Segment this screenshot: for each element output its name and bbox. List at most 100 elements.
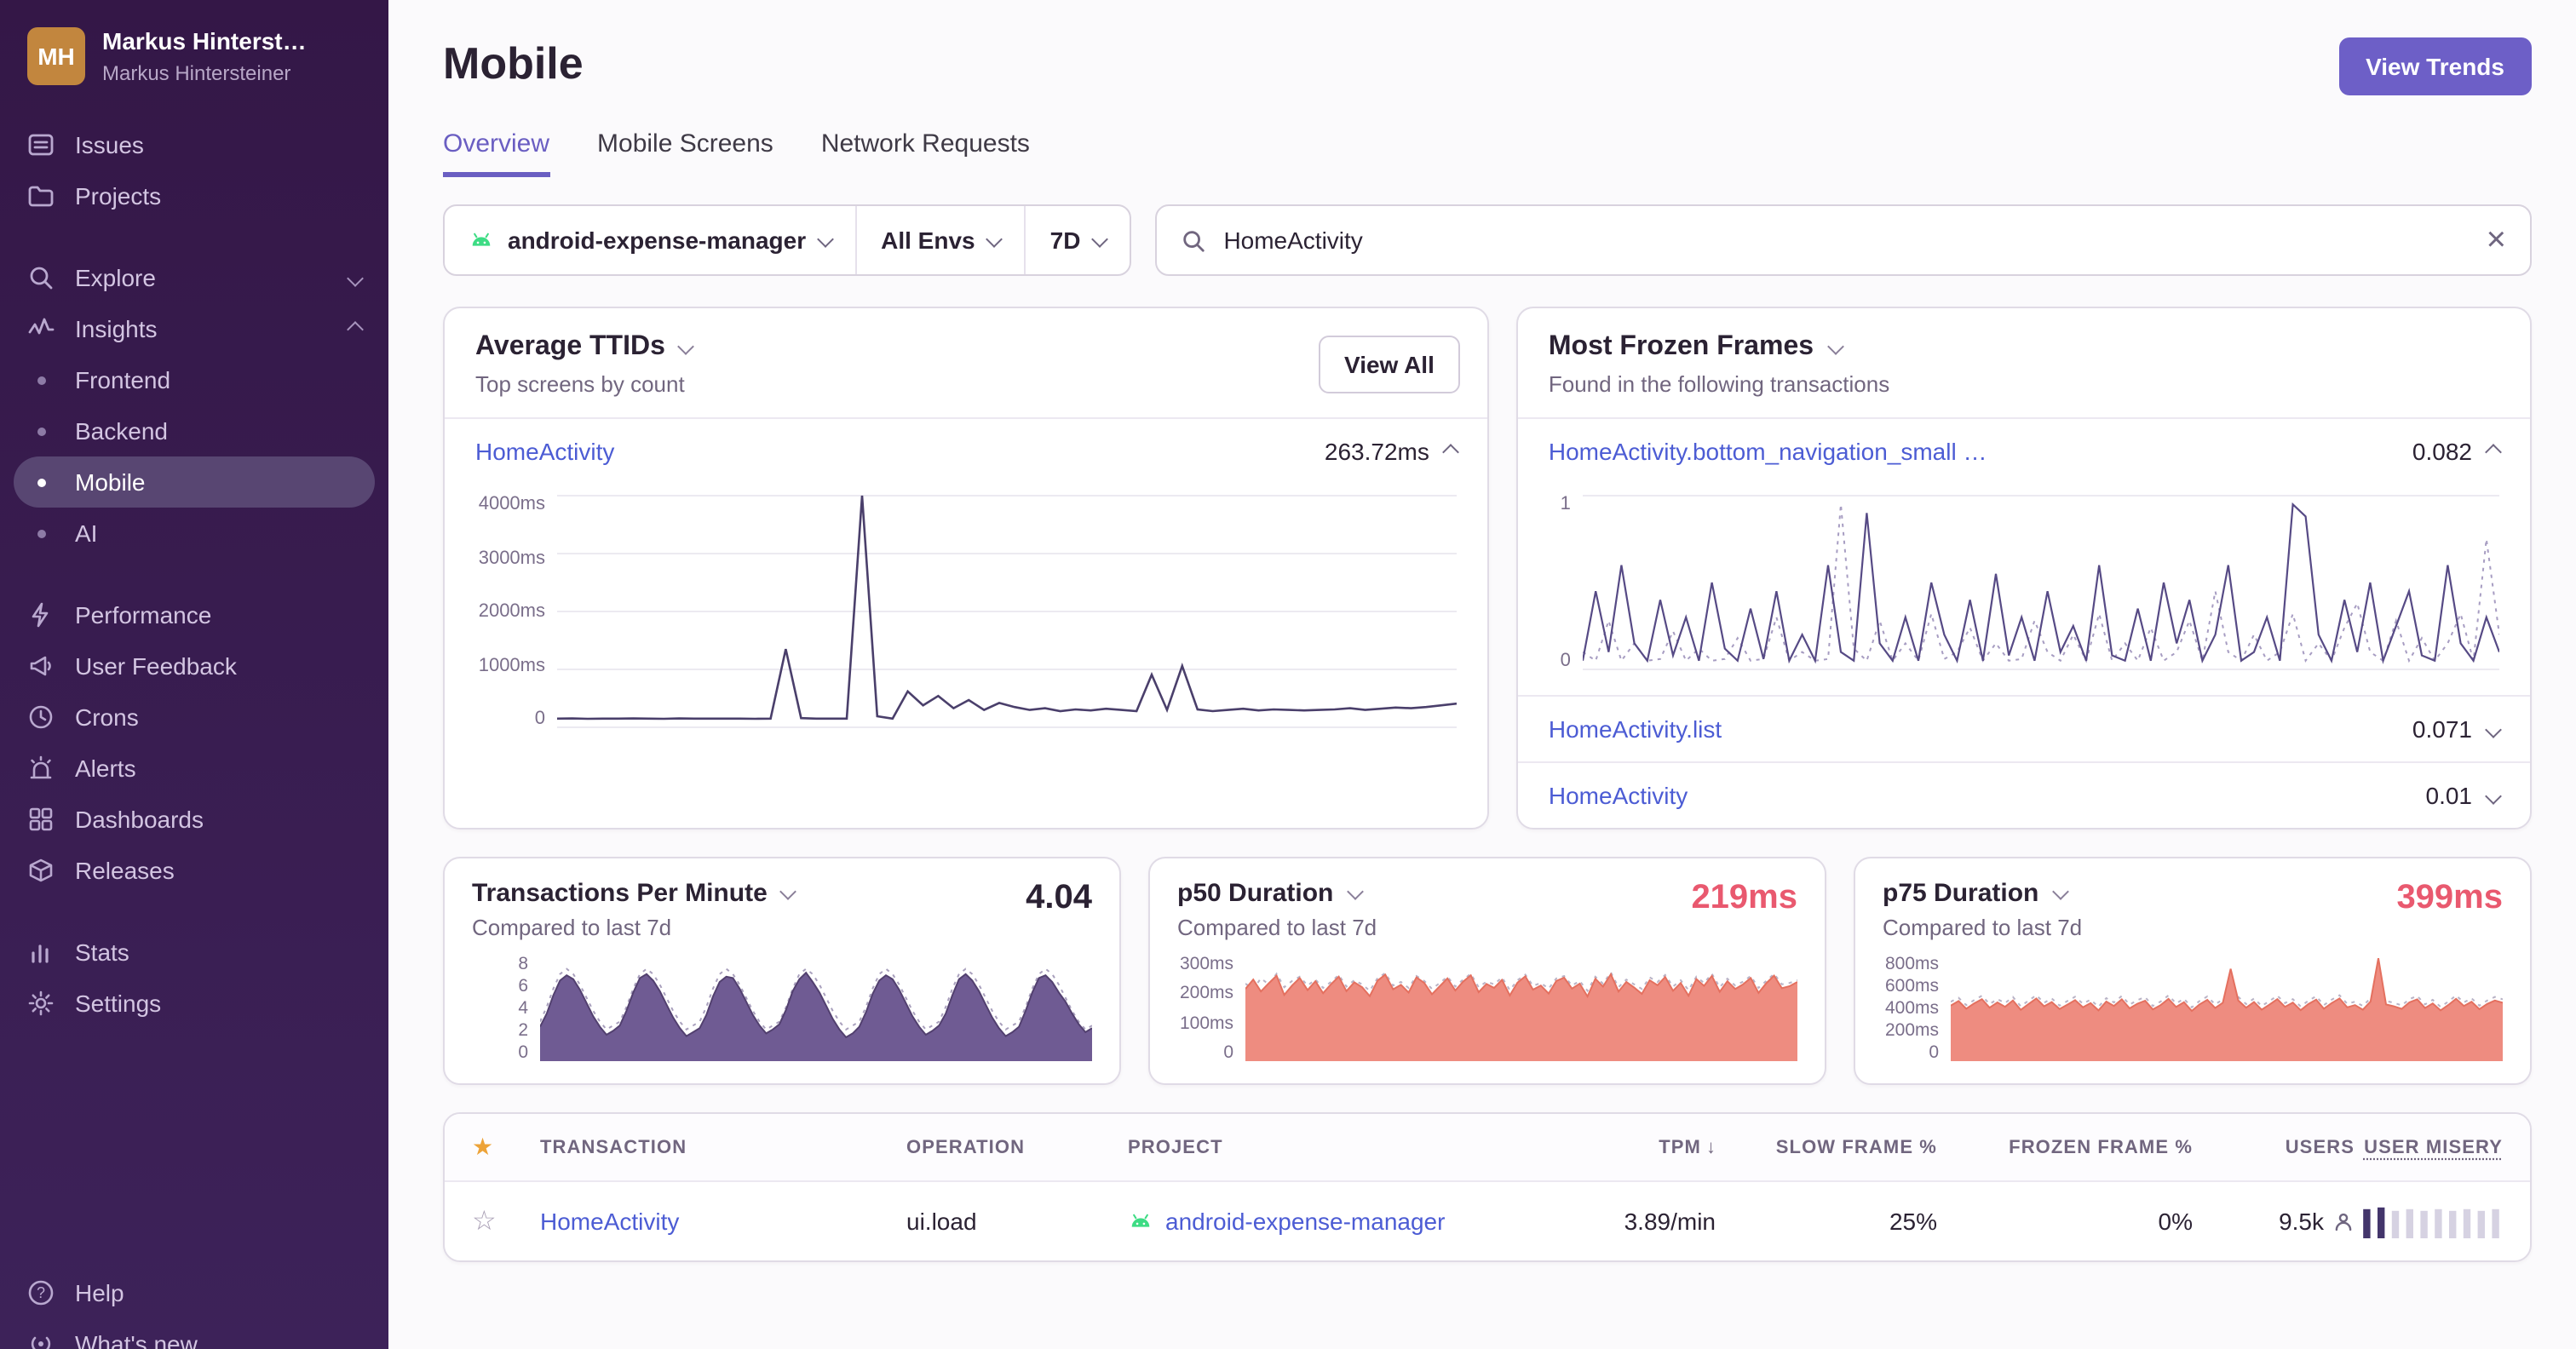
chevron-down-icon <box>1091 230 1109 247</box>
sidebar-item-insights[interactable]: Insights <box>0 303 388 354</box>
sidebar-item-projects[interactable]: Projects <box>0 170 388 221</box>
sidebar-item-crons[interactable]: Crons <box>0 692 388 743</box>
sidebar-item-mobile[interactable]: Mobile <box>14 456 375 508</box>
org-switcher[interactable]: MH Markus Hinterst… Markus Hintersteiner <box>0 0 388 95</box>
transaction-link[interactable]: HomeActivity <box>540 1208 906 1235</box>
sidebar-footer: ? Help What's new <box>0 1267 388 1349</box>
sidebar-item-explore[interactable]: Explore <box>0 252 388 303</box>
chevron-up-icon[interactable] <box>1441 443 1459 460</box>
lightning-icon <box>27 600 56 629</box>
search-bar[interactable]: × <box>1155 204 2532 276</box>
col-transaction[interactable]: TRANSACTION <box>540 1137 906 1157</box>
col-tpm[interactable]: TPM ↓ <box>1528 1137 1716 1157</box>
sidebar-item-whats-new[interactable]: What's new <box>0 1318 388 1349</box>
chevron-down-icon[interactable] <box>779 883 797 900</box>
frozen-value: 0.071 <box>2412 715 2472 743</box>
transaction-link[interactable]: HomeActivity <box>475 438 614 465</box>
sidebar-item-releases[interactable]: Releases <box>0 845 388 896</box>
table-row: ☆ HomeActivity ui.load android-expense-m… <box>445 1182 2530 1260</box>
gear-icon <box>27 989 56 1018</box>
tpm-y-axis: 8 6 4 2 0 <box>518 954 528 1063</box>
sidebar-item-frontend[interactable]: Frontend <box>0 354 388 405</box>
chevron-down-icon[interactable] <box>1346 883 1364 900</box>
sidebar-item-stats[interactable]: Stats <box>0 927 388 978</box>
col-frozen-frame[interactable]: FROZEN FRAME % <box>1937 1137 2193 1157</box>
help-icon: ? <box>27 1278 56 1307</box>
android-icon <box>1128 1208 1153 1234</box>
tpm-cell: 3.89/min <box>1624 1208 1716 1235</box>
megaphone-icon <box>27 652 56 680</box>
sidebar-item-user-feedback[interactable]: User Feedback <box>0 640 388 692</box>
transaction-link[interactable]: HomeActivity.bottom_navigation_small … <box>1549 438 1987 465</box>
col-users[interactable]: USERS <box>2193 1137 2355 1157</box>
search-input[interactable] <box>1223 227 2470 254</box>
chevron-down-icon[interactable] <box>2485 720 2502 738</box>
star-outline-icon[interactable]: ☆ <box>472 1204 540 1238</box>
clear-search-icon[interactable]: × <box>2487 223 2506 257</box>
ttid-list-item: HomeActivity 263.72ms <box>445 419 1487 484</box>
siren-icon <box>27 754 56 783</box>
chevron-down-icon[interactable] <box>678 337 695 354</box>
project-link[interactable]: android-expense-manager <box>1165 1208 1445 1235</box>
frozen-list-item: HomeActivity.list 0.071 <box>1518 697 2530 761</box>
tpm-card: Transactions Per Minute Compared to last… <box>443 857 1121 1085</box>
sidebar-item-alerts[interactable]: Alerts <box>0 743 388 794</box>
ttid-chart <box>557 494 1457 729</box>
chevron-down-icon <box>347 269 364 286</box>
col-user-misery[interactable]: USER MISERY <box>2355 1137 2503 1157</box>
bar-chart-icon <box>27 938 56 967</box>
transaction-link[interactable]: HomeActivity.list <box>1549 715 1722 743</box>
sidebar-item-ai[interactable]: AI <box>0 508 388 559</box>
date-range-selector-label: 7D <box>1049 227 1081 254</box>
p50-y-axis: 300ms 200ms 100ms 0 <box>1179 954 1233 1063</box>
ttid-value: 263.72ms <box>1324 438 1429 465</box>
box-icon <box>27 856 56 885</box>
p50-chart <box>1245 954 1797 1063</box>
tab-mobile-screens[interactable]: Mobile Screens <box>597 129 773 177</box>
bullet-dot-icon <box>37 478 46 486</box>
clock-icon <box>27 703 56 732</box>
col-project[interactable]: PROJECT <box>1128 1137 1528 1157</box>
svg-text:?: ? <box>37 1284 45 1301</box>
view-trends-button[interactable]: View Trends <box>2338 37 2532 95</box>
projects-icon <box>27 181 56 210</box>
page-filter-bar: android-expense-manager All Envs 7D × <box>443 204 2532 276</box>
project-selector[interactable]: android-expense-manager <box>445 206 855 274</box>
sort-arrow-icon: ↓ <box>1706 1137 1716 1157</box>
chevron-up-icon[interactable] <box>2485 443 2502 460</box>
operation-cell: ui.load <box>906 1208 977 1235</box>
chevron-up-icon <box>347 320 364 337</box>
card-title: p75 Duration <box>1883 879 2039 908</box>
bullet-dot-icon <box>37 529 46 537</box>
p75-chart <box>1951 954 2503 1063</box>
col-slow-frame[interactable]: SLOW FRAME % <box>1716 1137 1937 1157</box>
user-name: Markus Hinterst… <box>102 27 307 55</box>
app-root: MH Markus Hinterst… Markus Hintersteiner… <box>0 0 2576 1349</box>
chevron-down-icon[interactable] <box>2485 787 2502 804</box>
sidebar-item-mobile-selected: Mobile <box>14 456 375 508</box>
col-operation[interactable]: OPERATION <box>906 1137 1128 1157</box>
chevron-down-icon[interactable] <box>2051 883 2069 900</box>
sidebar-item-backend[interactable]: Backend <box>0 405 388 456</box>
p75-value: 399ms <box>2396 879 2503 916</box>
user-subtitle: Markus Hintersteiner <box>102 60 291 84</box>
sidebar-item-issues[interactable]: Issues <box>0 119 388 170</box>
view-all-button[interactable]: View All <box>1319 336 1460 393</box>
environment-selector[interactable]: All Envs <box>855 206 1025 274</box>
tab-bar: Overview Mobile Screens Network Requests <box>443 129 2532 177</box>
card-title: p50 Duration <box>1177 879 1334 908</box>
sidebar-item-dashboards[interactable]: Dashboards <box>0 794 388 845</box>
sidebar-item-performance[interactable]: Performance <box>0 589 388 640</box>
table-header: ★ TRANSACTION OPERATION PROJECT TPM ↓ SLO… <box>445 1114 2530 1182</box>
tab-network-requests[interactable]: Network Requests <box>821 129 1030 177</box>
sidebar-item-help[interactable]: ? Help <box>0 1267 388 1318</box>
user-misery-sparkline <box>2360 1204 2503 1238</box>
chevron-down-icon <box>986 230 1003 247</box>
chevron-down-icon[interactable] <box>1826 337 1843 354</box>
date-range-selector[interactable]: 7D <box>1024 206 1130 274</box>
transaction-link[interactable]: HomeActivity <box>1549 782 1688 809</box>
sidebar-item-settings[interactable]: Settings <box>0 978 388 1029</box>
search-icon <box>27 263 56 292</box>
card-subtitle: Found in the following transactions <box>1548 371 1890 397</box>
tab-overview[interactable]: Overview <box>443 129 550 177</box>
